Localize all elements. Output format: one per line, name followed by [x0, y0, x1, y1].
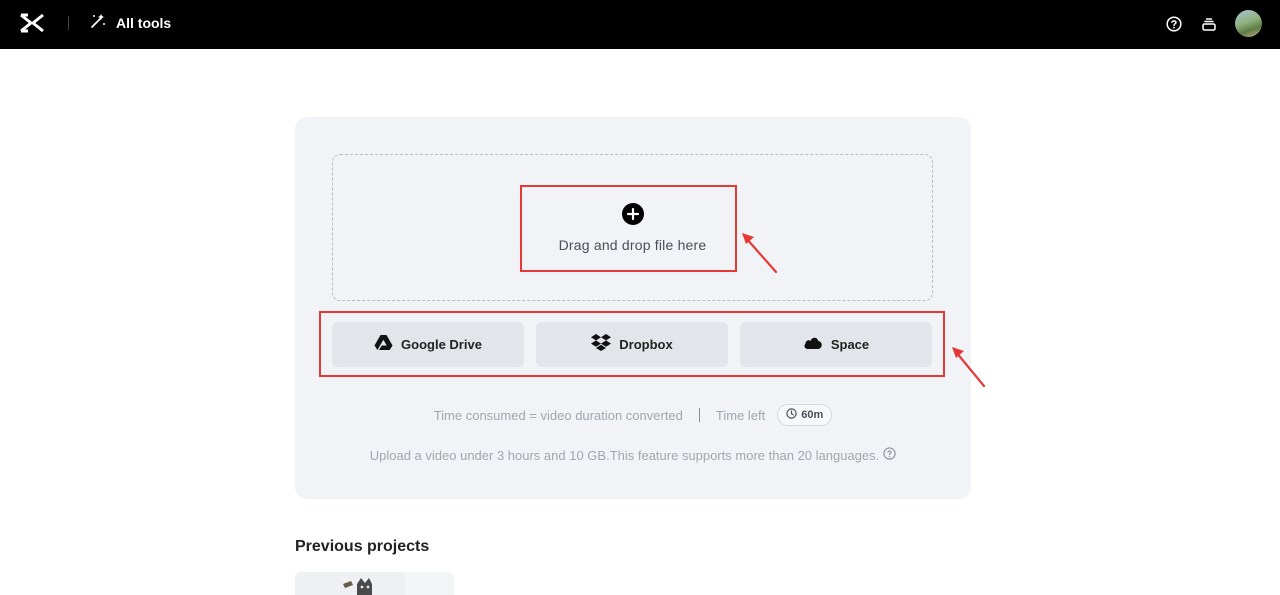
dropzone-label: Drag and drop file here: [558, 237, 707, 253]
clock-icon: [786, 408, 797, 422]
stack-icon[interactable]: [1200, 15, 1218, 33]
time-consumed-text: Time consumed = video duration converted: [433, 407, 683, 423]
previous-projects-title: Previous projects: [295, 538, 430, 555]
upload-note: Upload a video under 3 hours and 10 GB.T…: [295, 447, 971, 463]
avatar[interactable]: [1235, 10, 1262, 37]
google-drive-label: Google Drive: [401, 337, 482, 352]
dropbox-label: Dropbox: [619, 337, 673, 352]
dropbox-icon: [591, 333, 612, 356]
upload-sources: Google Drive Dropbox Space: [332, 322, 932, 367]
help-icon[interactable]: [1165, 15, 1183, 33]
project-thumbnail[interactable]: [295, 572, 454, 595]
file-dropzone[interactable]: Drag and drop file here: [332, 154, 933, 301]
capcut-logo-icon[interactable]: [19, 12, 45, 34]
upload-note-text: Upload a video under 3 hours and 10 GB.T…: [369, 447, 880, 463]
time-info-row: Time consumed = video duration converted…: [295, 404, 971, 426]
time-left-value: 60m: [801, 409, 824, 421]
all-tools-label: All tools: [116, 15, 172, 31]
time-left-label: Time left: [715, 407, 766, 423]
dropbox-button[interactable]: Dropbox: [536, 322, 728, 367]
magic-wand-icon: [89, 12, 107, 35]
plus-circle-icon: [621, 203, 644, 225]
space-label: Space: [830, 337, 870, 352]
upload-card: Drag and drop file here Google Drive Dro…: [295, 117, 971, 499]
topbar-divider: [68, 16, 69, 30]
space-button[interactable]: Space: [740, 322, 932, 367]
time-divider: [698, 408, 700, 422]
cloud-icon: [803, 335, 823, 355]
google-drive-icon: [374, 334, 393, 356]
top-bar: All tools: [0, 0, 1280, 49]
help-icon[interactable]: [883, 447, 896, 463]
time-left-badge: 60m: [777, 404, 833, 426]
all-tools-button[interactable]: All tools: [89, 13, 171, 33]
google-drive-button[interactable]: Google Drive: [332, 322, 524, 367]
